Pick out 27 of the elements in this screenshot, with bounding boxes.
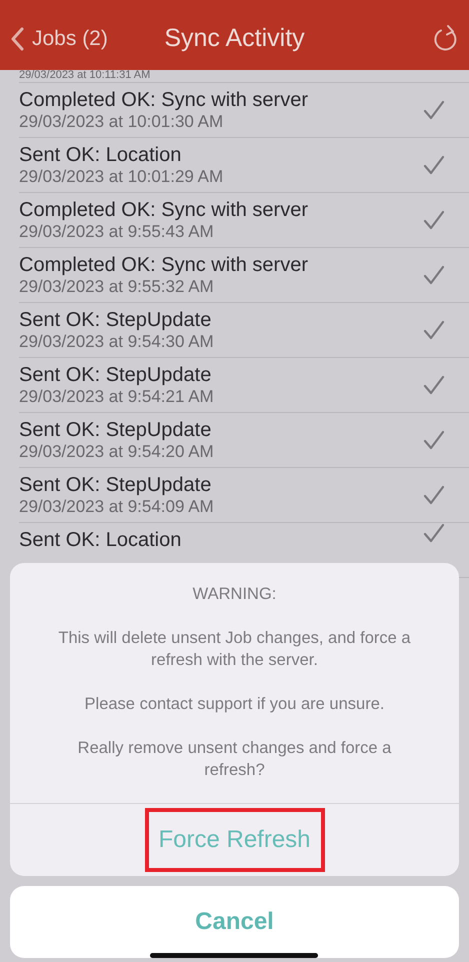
activity-date: 29/03/2023 at 9:55:32 AM [19, 276, 215, 296]
activity-date: 29/03/2023 at 9:54:21 AM [19, 386, 215, 406]
activity-title: Completed OK: Sync with server [19, 198, 309, 222]
activity-title: Sent OK: StepUpdate [19, 364, 212, 386]
activity-date: 29/03/2023 at 10:01:30 AM [19, 112, 224, 132]
activity-date: 29/03/2023 at 10:11:31 AM [19, 70, 469, 83]
activity-date: 29/03/2023 at 9:54:20 AM [19, 442, 215, 462]
force-refresh-button[interactable]: Force Refresh [144, 808, 324, 872]
sheet-message: WARNING: [192, 584, 278, 605]
activity-title: Sent OK: StepUpdate [19, 308, 212, 332]
activity-title: Sent OK: StepUpdate [19, 418, 212, 442]
back-button[interactable]: Jobs (2) [10, 27, 108, 51]
activity-date: 29/03/2023 at 9:54:30 AM [19, 332, 215, 352]
activity-title: Completed OK: Sync with server [19, 254, 309, 276]
activity-title: Sent OK: Location [19, 529, 182, 552]
cancel-button[interactable]: Cancel [10, 886, 459, 958]
activity-date: 29/03/2023 at 9:55:43 AM [19, 222, 215, 242]
chevron-left-icon [10, 27, 24, 51]
activity-title: Completed OK: Sync with server [19, 88, 309, 112]
screen-title: Sync Activity [164, 24, 305, 52]
activity-title: Sent OK: StepUpdate [19, 474, 212, 496]
activity-title: Sent OK: Location [19, 144, 182, 166]
activity-date: 29/03/2023 at 9:54:09 AM [19, 496, 215, 516]
sheet-message: This will delete unsent Job changes, and force a refresh with the server. [57, 628, 412, 671]
sheet-message: Please contact support if you are unsure. [84, 694, 386, 715]
activity-date: 29/03/2023 at 10:01:29 AM [19, 166, 224, 186]
sheet-message: Really remove unsent changes and force a refresh? [76, 738, 392, 781]
